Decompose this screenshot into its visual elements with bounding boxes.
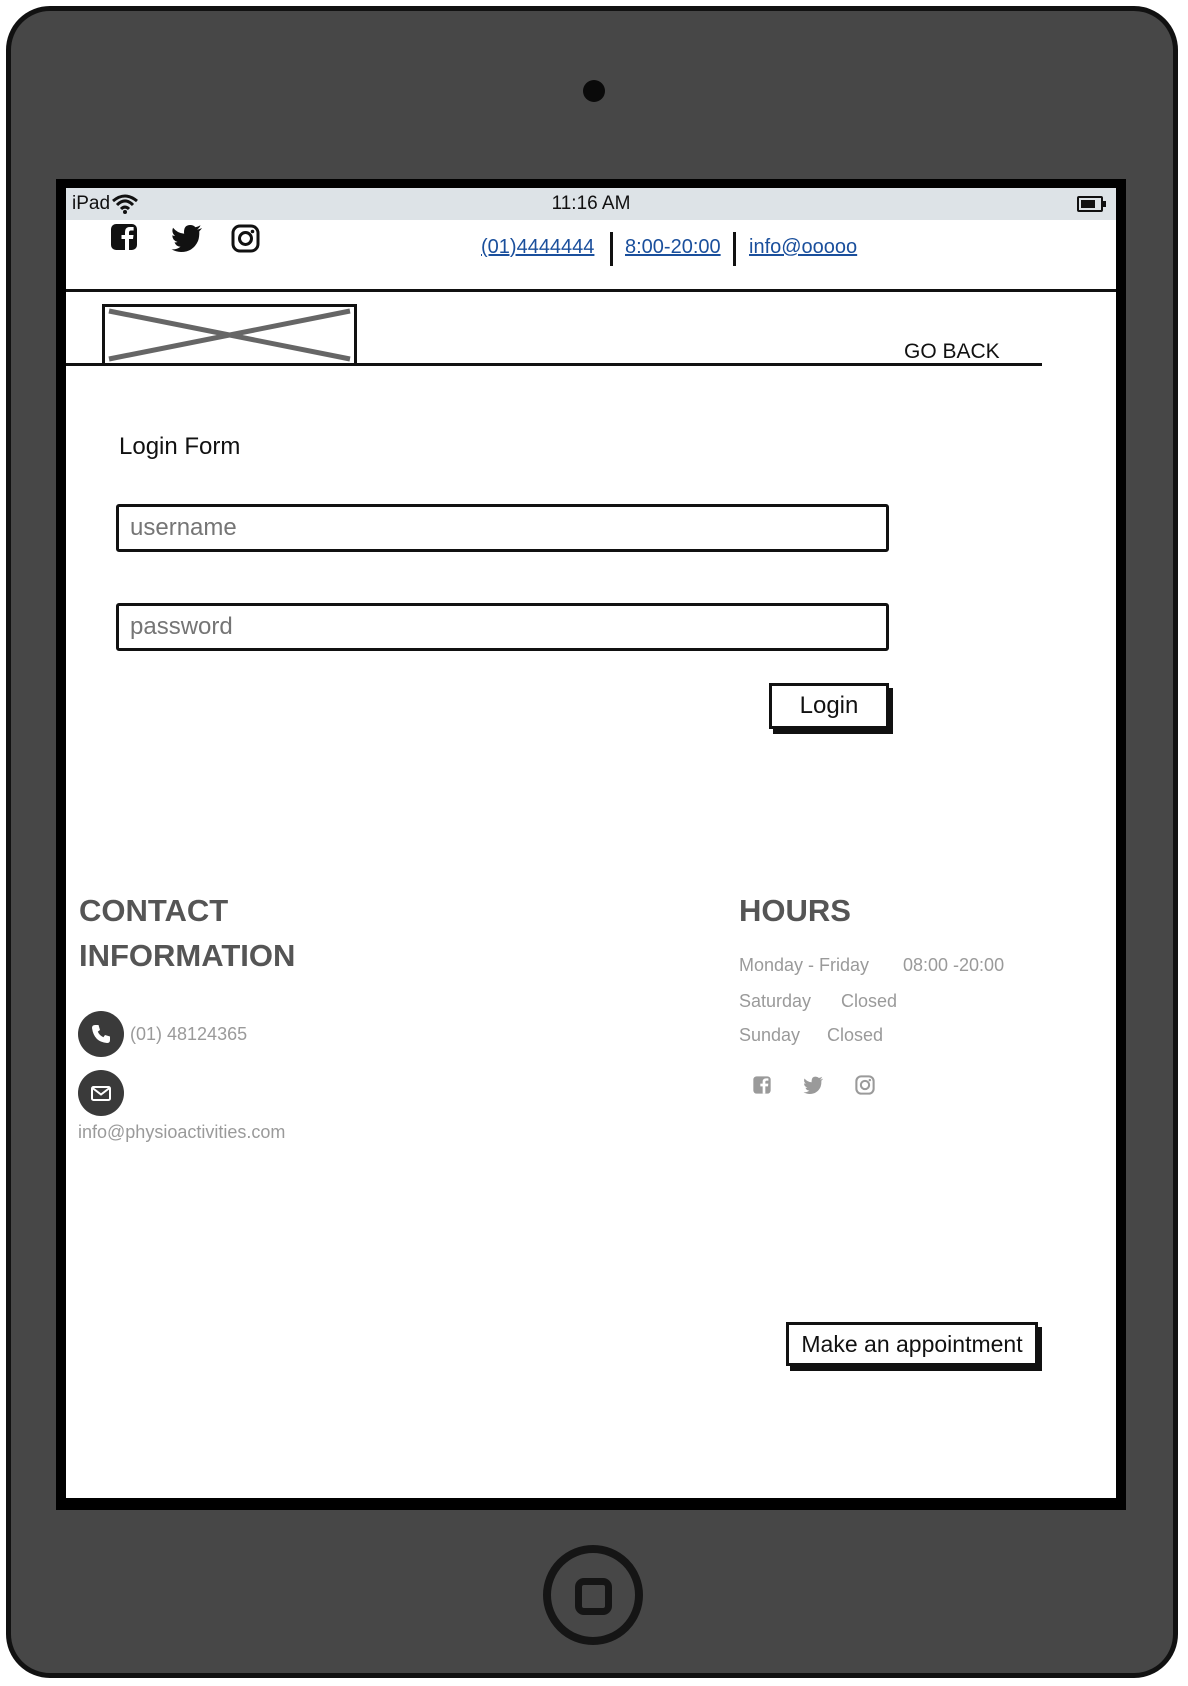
hours-time: 08:00 -20:00 (903, 955, 1005, 975)
contact-heading-line2: INFORMATION (79, 938, 296, 973)
divider (610, 232, 613, 266)
make-appointment-button[interactable]: Make an appointment (786, 1322, 1038, 1366)
status-bar: iPad 11:16 AM (66, 188, 1116, 220)
form-title: Login Form (119, 433, 241, 460)
instagram-icon[interactable] (855, 1075, 875, 1095)
contact-email[interactable]: info@physioactivities.com (78, 1122, 285, 1143)
logo-placeholder[interactable] (102, 304, 357, 366)
password-input[interactable] (116, 603, 889, 651)
instagram-icon[interactable] (231, 224, 260, 253)
hours-link[interactable]: 8:00-20:00 (625, 236, 721, 259)
camera-dot (583, 80, 605, 102)
wifi-icon (112, 194, 138, 214)
nav-divider (66, 363, 1042, 366)
contact-heading-line1: CONTACT (79, 893, 229, 928)
twitter-icon[interactable] (803, 1076, 824, 1094)
divider (733, 232, 736, 266)
hours-day: Sunday (739, 1025, 801, 1045)
contact-heading: CONTACT INFORMATION (79, 888, 295, 978)
battery-icon (1077, 196, 1103, 212)
header-divider (66, 289, 1116, 292)
hours-day: Saturday (739, 991, 812, 1011)
screen: iPad 11:16 AM (01)4444444 8:00-20:00 inf… (66, 188, 1116, 1498)
home-button-square (575, 1578, 612, 1615)
username-input[interactable] (116, 504, 889, 552)
contact-phone: (01) 48124365 (130, 1024, 248, 1044)
go-back-link[interactable]: GO BACK (904, 340, 1000, 364)
twitter-icon[interactable] (171, 224, 203, 252)
mail-icon (78, 1070, 124, 1116)
battery-tip (1103, 201, 1106, 207)
hours-day: Monday - Friday (739, 955, 870, 975)
login-button[interactable]: Login (769, 683, 889, 729)
hours-heading: HOURS (739, 893, 851, 928)
facebook-icon[interactable] (752, 1075, 772, 1095)
hours-time: Closed (827, 1025, 884, 1045)
image-placeholder-icon (108, 308, 351, 362)
phone-icon (78, 1011, 124, 1057)
status-time: 11:16 AM (551, 193, 631, 214)
hours-time: Closed (841, 991, 898, 1011)
carrier-label: iPad (72, 193, 111, 214)
phone-link[interactable]: (01)4444444 (481, 236, 594, 259)
email-link[interactable]: info@ooooo (749, 236, 857, 259)
facebook-icon[interactable] (109, 222, 139, 252)
